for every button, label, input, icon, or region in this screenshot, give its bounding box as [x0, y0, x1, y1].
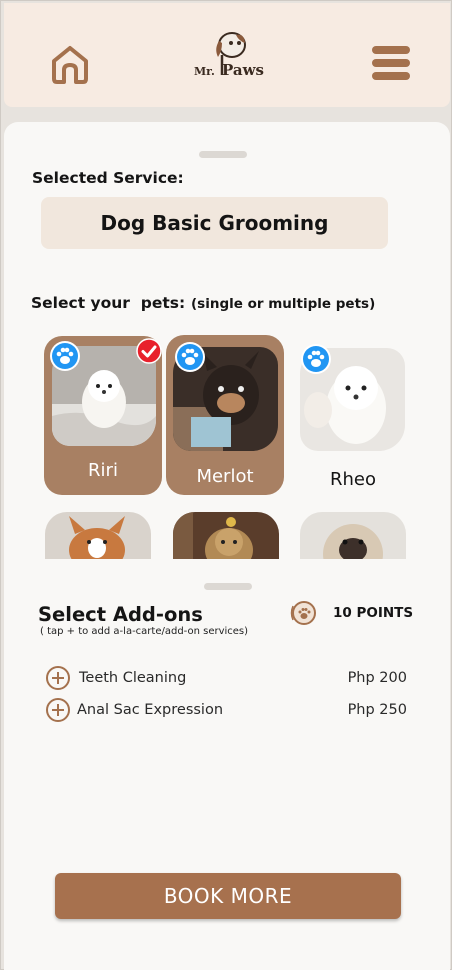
points-label: 10 POINTS	[333, 605, 414, 621]
menu-button[interactable]	[372, 46, 412, 80]
pet-photo-shihtzu[interactable]	[300, 512, 406, 559]
dog-logo-icon: Mr. Paws	[194, 32, 264, 79]
addons-drag-handle[interactable]	[204, 583, 252, 590]
addons-subtitle: ( tap + to add a-la-carte/add-on service…	[40, 626, 249, 637]
selected-service-label: Selected Service:	[32, 169, 184, 187]
pet-photo-yorkie[interactable]	[173, 512, 279, 559]
brand-logo: Mr. Paws	[192, 29, 272, 83]
paw-icon	[50, 341, 80, 371]
svg-text:Paws: Paws	[222, 61, 264, 79]
addon-row-teeth-cleaning[interactable]: Teeth Cleaning Php 200	[45, 665, 407, 691]
add-circle-icon[interactable]	[45, 665, 71, 691]
pet-photo-corgi[interactable]	[45, 512, 151, 559]
book-more-button[interactable]: BOOK MORE	[55, 873, 401, 919]
checkmark-icon	[136, 338, 162, 364]
svg-text:Mr.: Mr.	[194, 65, 215, 78]
pet-name: Riri	[88, 460, 118, 481]
points-icon	[290, 601, 316, 625]
hamburger-menu-icon	[372, 46, 410, 54]
home-icon	[52, 46, 88, 84]
addon-price: Php 250	[347, 702, 407, 718]
selected-service-value: Dog Basic Grooming	[41, 197, 388, 249]
add-circle-icon[interactable]	[45, 697, 71, 723]
menu-bar	[372, 59, 410, 67]
addon-name: Teeth Cleaning	[79, 670, 187, 686]
select-pets-hint: (single or multiple pets)	[191, 296, 376, 312]
app-header: Mr. Paws	[4, 3, 450, 107]
paw-icon	[301, 344, 331, 374]
sheet-drag-handle[interactable]	[199, 151, 247, 158]
addon-row-anal-sac-expression[interactable]: Anal Sac Expression Php 250	[45, 697, 407, 723]
select-pets-label: Select your pets:	[31, 294, 186, 312]
pet-name: Merlot	[196, 466, 254, 487]
pet-name: Rheo	[329, 469, 376, 490]
app-frame: Mr. Paws Selected Service: Dog Basic Gro…	[0, 0, 452, 970]
addon-price: Php 200	[347, 670, 407, 686]
menu-bar	[372, 72, 410, 80]
home-button[interactable]	[48, 43, 92, 85]
addons-title: Select Add-ons	[38, 603, 203, 626]
addon-name: Anal Sac Expression	[77, 702, 224, 718]
paw-icon	[175, 342, 205, 372]
